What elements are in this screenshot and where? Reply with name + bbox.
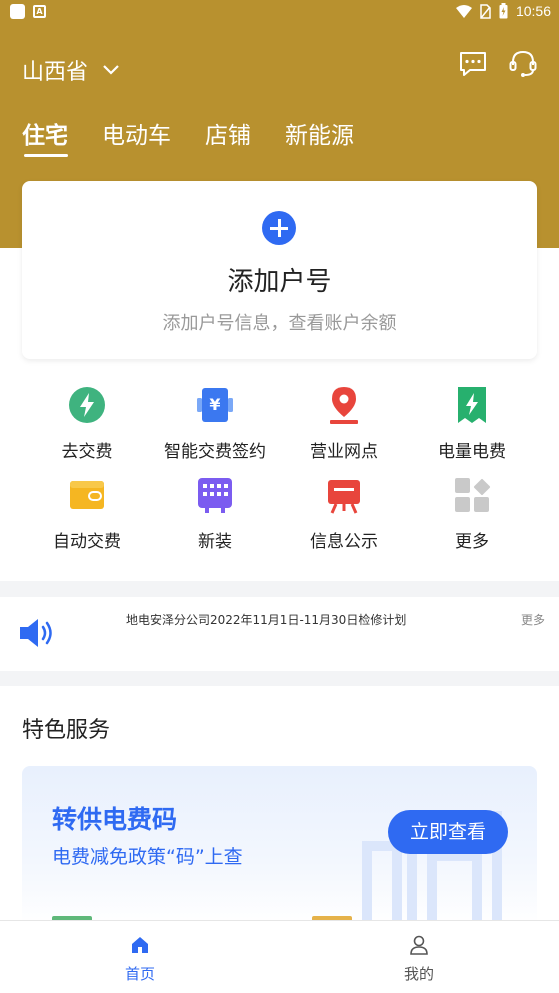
add-account-title: 添加户号 <box>227 267 332 297</box>
battery-icon <box>499 3 508 19</box>
tab-shop[interactable]: 店铺 <box>205 116 251 160</box>
service-public-info[interactable]: 信息公示 <box>274 475 414 552</box>
service-outlets[interactable]: 营业网点 <box>274 385 414 462</box>
notice-text[interactable]: 地电安泽分公司2022年11月1日-11月30日检修计划 <box>126 611 406 628</box>
board-icon <box>328 480 360 514</box>
featured-services-section: 特色服务 转供电费码 电费减免政策“码”上查 立即查看 <box>0 686 559 926</box>
home-icon <box>132 937 148 953</box>
tab-new-energy[interactable]: 新能源 <box>285 116 354 160</box>
service-smart-pay-contract[interactable]: ¥ 智能交费签约 <box>145 385 285 462</box>
message-icon[interactable] <box>457 48 489 80</box>
yuan-icon: ¥ <box>197 388 233 422</box>
bill-icon <box>458 387 486 423</box>
wifi-icon <box>455 4 472 18</box>
add-icon[interactable] <box>262 211 296 245</box>
wallet-icon <box>70 481 104 509</box>
user-icon <box>410 935 428 955</box>
add-account-card[interactable]: 添加户号 添加户号信息，查看账户余额 <box>22 181 537 359</box>
tab-label: 电动车 <box>102 123 171 149</box>
more-icon <box>455 478 491 512</box>
bottom-navigation: 首页 我的 <box>0 920 559 993</box>
promo-banner[interactable]: 转供电费码 电费减免政策“码”上查 立即查看 <box>22 766 537 926</box>
location-icon <box>330 387 358 424</box>
service-new-install[interactable]: 新装 <box>145 475 285 552</box>
promo-title: 转供电费码 <box>52 805 178 834</box>
service-label: 新装 <box>198 532 232 552</box>
tab-residential[interactable]: 住宅 <box>22 116 68 160</box>
notice-more-link[interactable]: 更多 <box>521 611 545 628</box>
sim-icon <box>480 3 491 19</box>
svg-text:¥: ¥ <box>209 395 220 414</box>
meter-icon <box>198 478 232 513</box>
service-label: 电量电费 <box>438 442 506 462</box>
status-bar: A 10:56 <box>0 0 559 26</box>
app-notification-icon: A <box>33 5 46 18</box>
tab-label: 店铺 <box>205 123 251 149</box>
chevron-down-icon <box>103 65 119 75</box>
nav-mine[interactable]: 我的 <box>379 935 459 984</box>
section-title: 特色服务 <box>22 718 111 743</box>
service-usage-bill[interactable]: 电量电费 <box>402 385 542 462</box>
nav-home[interactable]: 首页 <box>100 935 180 984</box>
service-label: 更多 <box>455 532 489 552</box>
speaker-icon <box>20 619 52 647</box>
headset-icon[interactable] <box>507 48 539 80</box>
tab-electric-vehicle[interactable]: 电动车 <box>102 116 171 160</box>
clock: 10:56 <box>515 3 551 19</box>
region-selector[interactable]: 山西省 <box>22 54 120 86</box>
nav-label: 首页 <box>124 965 155 983</box>
service-label: 去交费 <box>61 442 113 462</box>
service-label: 智能交费签约 <box>164 442 266 462</box>
service-more[interactable]: 更多 <box>402 475 542 552</box>
category-tabs: 住宅 电动车 店铺 新能源 <box>22 116 388 160</box>
view-now-button[interactable]: 立即查看 <box>388 810 508 854</box>
service-auto-pay[interactable]: 自动交费 <box>17 475 157 552</box>
region-label: 山西省 <box>22 60 89 85</box>
tab-label: 住宅 <box>22 123 68 149</box>
notice-bar[interactable]: 地电安泽分公司2022年11月1日-11月30日检修计划 更多 <box>0 597 559 671</box>
service-label: 自动交费 <box>53 532 121 552</box>
service-label: 营业网点 <box>310 442 378 462</box>
nav-label: 我的 <box>403 965 434 983</box>
service-label: 信息公示 <box>310 532 378 552</box>
service-pay[interactable]: 去交费 <box>17 385 157 462</box>
lightning-icon <box>69 387 105 423</box>
add-account-subtitle: 添加户号信息，查看账户余额 <box>162 313 397 334</box>
notification-icon <box>10 4 25 19</box>
tab-label: 新能源 <box>285 123 354 149</box>
tab-active-indicator <box>24 154 68 157</box>
promo-subtitle: 电费减免政策“码”上查 <box>52 846 243 868</box>
